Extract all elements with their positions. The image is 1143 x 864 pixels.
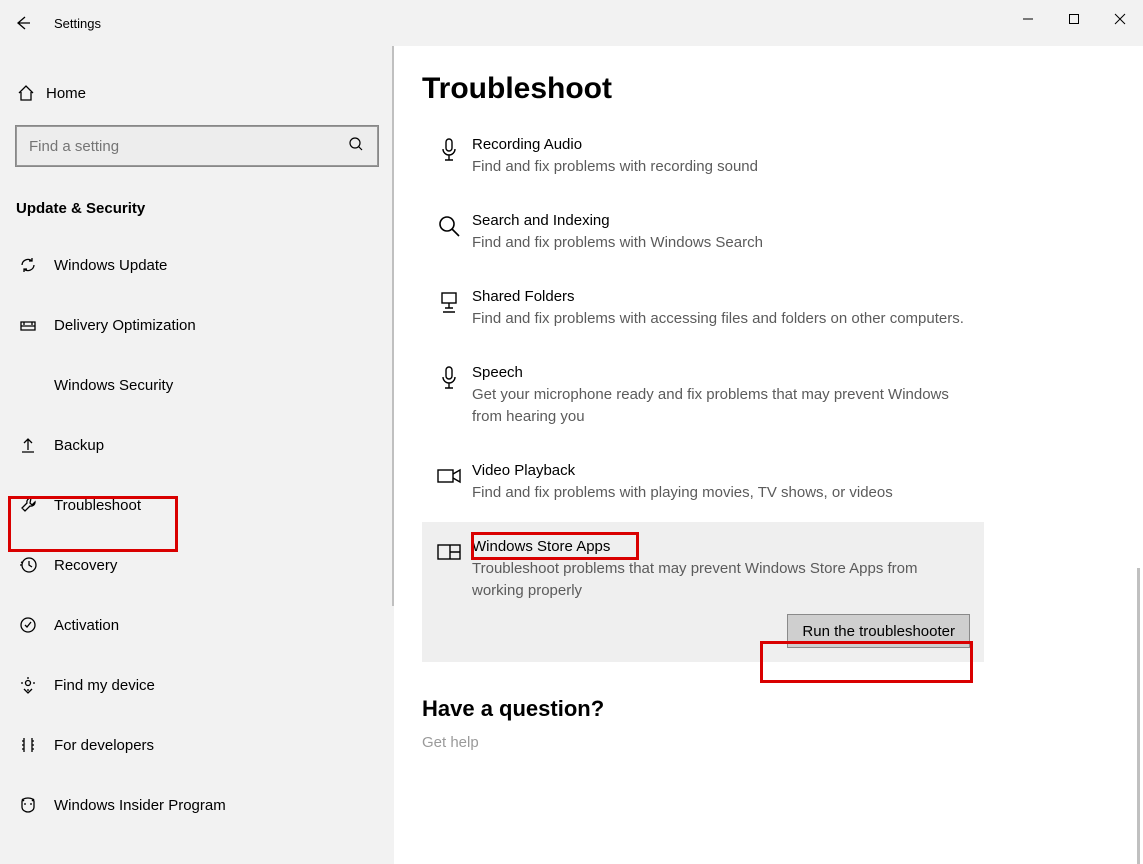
search-input[interactable] bbox=[16, 126, 378, 166]
sidebar-home[interactable]: Home bbox=[0, 66, 394, 120]
sidebar-item-troubleshoot[interactable]: Troubleshoot bbox=[0, 475, 394, 535]
ts-item-desc: Find and fix problems with accessing fil… bbox=[472, 308, 974, 330]
ts-item-desc: Find and fix problems with recording sou… bbox=[472, 156, 974, 178]
microphone-icon bbox=[426, 134, 472, 178]
sidebar-nav: Windows Update Delivery Optimization Win… bbox=[0, 235, 394, 835]
sidebar-item-for-developers[interactable]: For developers bbox=[0, 715, 394, 775]
ts-item-recording-audio[interactable]: Recording Audio Find and fix problems wi… bbox=[422, 120, 984, 196]
ts-item-title: Speech bbox=[472, 362, 974, 384]
sidebar-item-find-my-device[interactable]: Find my device bbox=[0, 655, 394, 715]
run-troubleshooter-button[interactable]: Run the troubleshooter bbox=[787, 614, 970, 648]
find-device-icon bbox=[18, 675, 54, 695]
ts-item-title: Recording Audio bbox=[472, 134, 974, 156]
sidebar-item-label: Activation bbox=[54, 617, 119, 634]
sidebar-item-label: Windows Security bbox=[54, 377, 173, 394]
sidebar-item-windows-security[interactable]: Windows Security bbox=[0, 355, 394, 415]
ts-item-desc: Find and fix problems with Windows Searc… bbox=[472, 232, 974, 254]
refresh-icon bbox=[18, 255, 54, 275]
ts-item-video-playback[interactable]: Video Playback Find and fix problems wit… bbox=[422, 446, 984, 522]
sidebar-item-windows-update[interactable]: Windows Update bbox=[0, 235, 394, 295]
sidebar-item-label: Recovery bbox=[54, 557, 117, 574]
shared-folder-icon bbox=[426, 286, 472, 330]
sidebar-section-label: Update & Security bbox=[0, 176, 394, 235]
check-circle-icon bbox=[18, 615, 54, 635]
ts-item-desc: Troubleshoot problems that may prevent W… bbox=[472, 558, 974, 602]
window-title: Settings bbox=[46, 16, 1005, 31]
backup-icon bbox=[18, 435, 54, 455]
minimize-button[interactable] bbox=[1005, 0, 1051, 38]
have-a-question-title: Have a question? bbox=[422, 696, 1143, 722]
ts-item-title: Windows Store Apps bbox=[472, 536, 974, 558]
sidebar-item-label: Find my device bbox=[54, 677, 155, 694]
magnifier-icon bbox=[426, 210, 472, 254]
window-controls bbox=[1005, 0, 1143, 46]
maximize-button[interactable] bbox=[1051, 0, 1097, 38]
troubleshoot-list: Recording Audio Find and fix problems wi… bbox=[422, 120, 984, 662]
run-button-label: Run the troubleshooter bbox=[802, 623, 955, 640]
ninja-cat-icon bbox=[18, 795, 54, 815]
search-wrap bbox=[16, 126, 378, 166]
ts-item-search-indexing[interactable]: Search and Indexing Find and fix problem… bbox=[422, 196, 984, 272]
sidebar-item-label: Backup bbox=[54, 437, 104, 454]
ts-item-title: Search and Indexing bbox=[472, 210, 974, 232]
clock-icon bbox=[18, 555, 54, 575]
sidebar-item-label: Delivery Optimization bbox=[54, 317, 196, 334]
ts-item-desc: Get your microphone ready and fix proble… bbox=[472, 384, 974, 428]
back-button[interactable] bbox=[0, 0, 46, 46]
sidebar: Home Update & Security Windows Update De… bbox=[0, 46, 394, 864]
main-content: Troubleshoot Recording Audio Find and fi… bbox=[394, 46, 1143, 864]
video-icon bbox=[426, 460, 472, 504]
developer-icon bbox=[18, 735, 54, 755]
ts-item-shared-folders[interactable]: Shared Folders Find and fix problems wit… bbox=[422, 272, 984, 348]
sidebar-item-recovery[interactable]: Recovery bbox=[0, 535, 394, 595]
titlebar: Settings bbox=[0, 0, 1143, 46]
ts-item-title: Video Playback bbox=[472, 460, 974, 482]
delivery-icon bbox=[18, 315, 54, 335]
wrench-icon bbox=[18, 495, 54, 515]
search-icon bbox=[348, 136, 364, 155]
ts-item-windows-store-apps[interactable]: Windows Store Apps Troubleshoot problems… bbox=[422, 522, 984, 662]
microphone-icon bbox=[426, 362, 472, 428]
sidebar-item-windows-insider[interactable]: Windows Insider Program bbox=[0, 775, 394, 835]
ts-item-title: Shared Folders bbox=[472, 286, 974, 308]
shield-icon bbox=[18, 375, 54, 395]
main-scrollbar[interactable] bbox=[1137, 568, 1140, 864]
home-icon bbox=[16, 83, 46, 103]
sidebar-item-backup[interactable]: Backup bbox=[0, 415, 394, 475]
sidebar-home-label: Home bbox=[46, 85, 86, 102]
ts-item-speech[interactable]: Speech Get your microphone ready and fix… bbox=[422, 348, 984, 446]
close-button[interactable] bbox=[1097, 0, 1143, 38]
sidebar-item-activation[interactable]: Activation bbox=[0, 595, 394, 655]
sidebar-item-label: Windows Insider Program bbox=[54, 797, 226, 814]
page-title: Troubleshoot bbox=[422, 72, 1143, 106]
get-help-link[interactable]: Get help bbox=[422, 734, 1143, 751]
sidebar-item-delivery-optimization[interactable]: Delivery Optimization bbox=[0, 295, 394, 355]
store-app-icon bbox=[426, 536, 472, 602]
sidebar-item-label: For developers bbox=[54, 737, 154, 754]
sidebar-item-label: Troubleshoot bbox=[54, 497, 141, 514]
ts-item-desc: Find and fix problems with playing movie… bbox=[472, 482, 974, 504]
sidebar-item-label: Windows Update bbox=[54, 257, 167, 274]
